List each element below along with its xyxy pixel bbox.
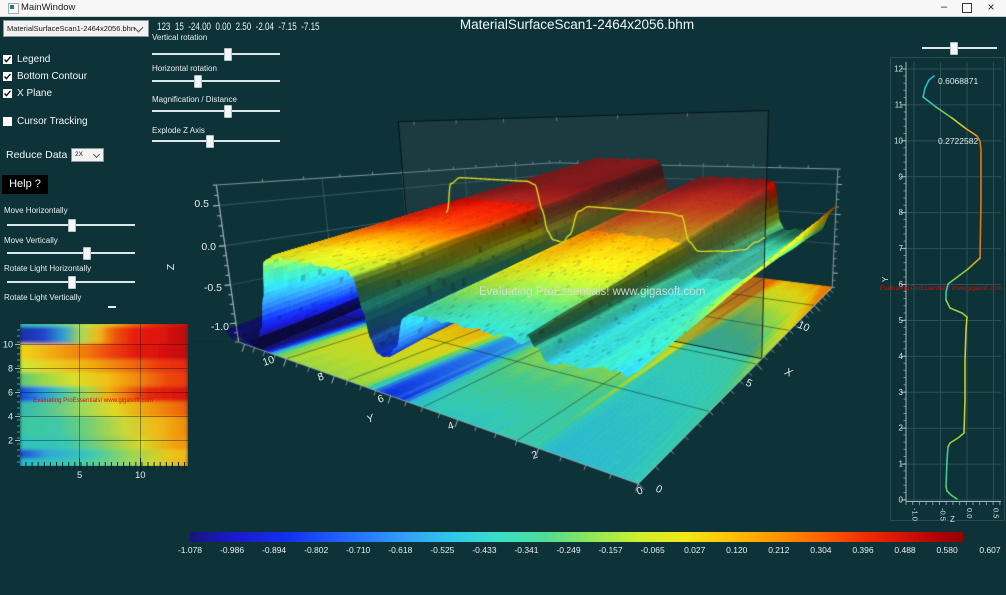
svg-text:0: 0 — [635, 485, 645, 498]
svg-text:Z: Z — [165, 263, 177, 270]
svg-text:Y: Y — [881, 276, 890, 282]
svg-text:8: 8 — [899, 208, 904, 217]
svg-text:2: 2 — [8, 436, 13, 446]
svg-text:X: X — [782, 365, 795, 380]
svg-text:8: 8 — [8, 364, 13, 374]
svg-text:5: 5 — [744, 377, 754, 390]
svg-text:5: 5 — [77, 470, 82, 481]
svg-text:9: 9 — [899, 172, 904, 181]
svg-text:11: 11 — [895, 100, 904, 109]
svg-text:0: 0 — [654, 483, 664, 496]
svg-text:10: 10 — [894, 136, 903, 145]
svg-text:Z: Z — [950, 515, 955, 524]
svg-text:-1.0: -1.0 — [911, 508, 920, 521]
svg-text:10: 10 — [261, 354, 276, 369]
svg-text:2: 2 — [899, 424, 904, 433]
svg-text:4: 4 — [8, 412, 13, 422]
svg-text:0.6068871: 0.6068871 — [938, 76, 978, 86]
svg-text:-1.0: -1.0 — [211, 321, 229, 333]
svg-text:0.0: 0.0 — [965, 508, 974, 518]
svg-text:0.5: 0.5 — [194, 198, 209, 210]
svg-text:Evaluating ProEssentials! www.: Evaluating ProEssentials! www.gigasoft.c… — [880, 285, 1002, 292]
svg-text:10: 10 — [796, 319, 812, 335]
svg-text:-0.5: -0.5 — [204, 282, 222, 294]
svg-text:6: 6 — [8, 388, 13, 398]
svg-text:7: 7 — [899, 244, 904, 253]
svg-text:-0.5: -0.5 — [939, 508, 948, 521]
svg-text:4: 4 — [899, 352, 904, 361]
svg-text:6: 6 — [376, 393, 386, 406]
svg-text:3: 3 — [899, 388, 904, 397]
svg-text:10: 10 — [3, 340, 13, 350]
svg-text:5: 5 — [899, 316, 904, 325]
svg-text:10: 10 — [135, 470, 146, 481]
svg-text:8: 8 — [316, 371, 326, 384]
svg-text:0.0: 0.0 — [201, 241, 216, 253]
svg-text:Y: Y — [365, 412, 376, 426]
svg-text:2: 2 — [530, 449, 540, 462]
svg-text:Evaluating ProEssentials! www.: Evaluating ProEssentials! www.gigasoft.c… — [33, 397, 153, 404]
svg-text:Evaluating ProEssentials! www.: Evaluating ProEssentials! www.gigasoft.c… — [479, 286, 705, 298]
svg-text:12: 12 — [894, 65, 903, 74]
svg-text:4: 4 — [446, 420, 456, 433]
svg-text:0.2722582: 0.2722582 — [938, 136, 978, 146]
svg-text:0.5: 0.5 — [992, 508, 1001, 518]
svg-text:0: 0 — [899, 496, 904, 505]
svg-text:1: 1 — [899, 460, 904, 469]
